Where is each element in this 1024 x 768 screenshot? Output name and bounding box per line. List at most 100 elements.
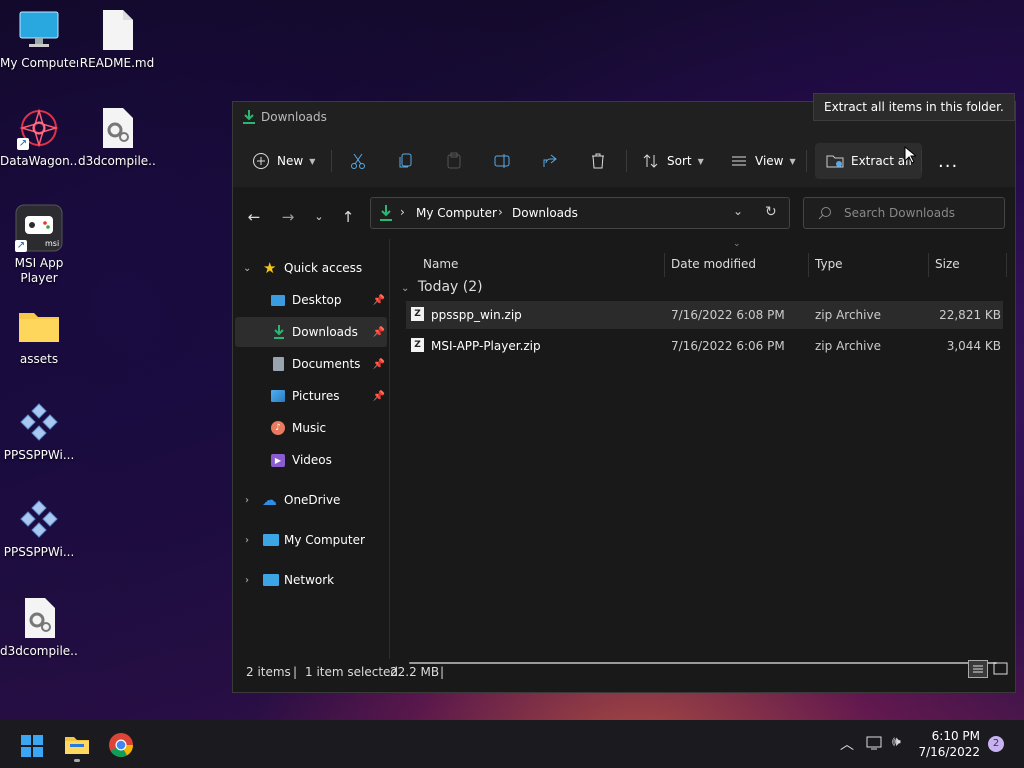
file-type: zip Archive — [815, 308, 881, 322]
forward-button[interactable]: → — [278, 207, 298, 227]
desktop-icon-d3dcompile-2[interactable]: d3dcompile... — [0, 596, 78, 659]
selected-count: 1 item selected — [305, 665, 399, 679]
sort-label: Sort — [667, 154, 692, 168]
desktop-icon-my-computer[interactable]: My Computer — [0, 8, 78, 71]
sidebar-item-music[interactable]: ♪ Music — [235, 413, 387, 443]
desktop-icon-readme[interactable]: README.md — [78, 8, 156, 71]
shortcut-arrow-icon: ↗ — [17, 138, 29, 150]
download-icon — [242, 109, 256, 128]
column-divider[interactable] — [928, 253, 929, 277]
sidebar-item-documents[interactable]: Documents 📌 — [235, 349, 387, 379]
trash-icon — [588, 151, 608, 171]
monitor-icon — [263, 534, 279, 546]
share-button[interactable] — [540, 146, 560, 176]
extract-folder-icon — [825, 151, 845, 171]
horizontal-scrollbar[interactable] — [409, 662, 997, 664]
start-button[interactable] — [20, 734, 44, 758]
up-button[interactable]: ↑ — [338, 207, 358, 227]
search-input[interactable]: Search Downloads — [803, 197, 1005, 229]
delete-button[interactable] — [588, 146, 608, 176]
star-icon: ★ — [263, 259, 277, 277]
desktop-icon — [271, 294, 285, 306]
active-indicator — [74, 759, 80, 762]
table-row[interactable]: Z MSI-APP-Player.zip 7/16/2022 6:06 PM z… — [406, 332, 1003, 360]
chevron-right-icon: › — [245, 574, 249, 586]
back-button[interactable]: ← — [244, 207, 264, 227]
copy-icon — [396, 151, 416, 171]
clock-time: 6:10 PM — [931, 729, 980, 743]
desktop-icon-d3dcompile-1[interactable]: d3dcompile... — [78, 106, 156, 169]
column-divider[interactable] — [664, 253, 665, 277]
view-button[interactable]: View ▼ — [729, 146, 796, 176]
file-list: Name Date modified ⌄ Type Size ⌄ Today (… — [391, 239, 1015, 664]
sidebar-item-downloads[interactable]: Downloads 📌 — [235, 317, 387, 347]
sort-button[interactable]: Sort ▼ — [641, 146, 704, 176]
sidebar-item-network[interactable]: › Network — [235, 565, 387, 595]
desktop-icon-assets[interactable]: assets — [0, 304, 78, 367]
sidebar-item-pictures[interactable]: Pictures 📌 — [235, 381, 387, 411]
desktop-icon-msi-app-player[interactable]: msi ↗ MSI App Player — [0, 204, 78, 286]
file-date: 7/16/2022 6:08 PM — [671, 308, 785, 322]
rename-button[interactable] — [492, 146, 512, 176]
desktop-icon-ppsspp-2[interactable]: PPSSPPWi... — [0, 497, 78, 560]
more-options-button[interactable]: ... — [938, 146, 958, 176]
folder-icon — [17, 304, 61, 348]
new-button[interactable]: New ▼ — [251, 146, 315, 176]
taskbar-chrome[interactable] — [108, 732, 134, 758]
column-divider[interactable] — [808, 253, 809, 277]
clock[interactable]: 6:10 PM 7/16/2022 — [918, 728, 980, 760]
group-label: Today (2) — [417, 279, 483, 295]
status-bar: 2 items | 1 item selected 22.2 MB | — [233, 660, 1015, 692]
column-header-date-modified[interactable]: Date modified — [671, 249, 756, 279]
copy-button[interactable] — [396, 146, 416, 176]
pane-divider[interactable] — [389, 239, 390, 659]
address-dropdown-icon[interactable]: ⌄ — [733, 204, 743, 218]
column-header-type[interactable]: Type — [815, 249, 843, 279]
monitor-icon — [17, 8, 61, 52]
taskbar-file-explorer[interactable] — [62, 730, 92, 762]
chrome-icon — [109, 733, 133, 758]
desktop-icon-datawagon[interactable]: ↗ DataWagon... — [0, 106, 78, 169]
sidebar-item-label: Videos — [292, 453, 332, 467]
column-header-name[interactable]: Name — [423, 249, 458, 279]
sidebar-item-quick-access[interactable]: ⌄ ★ Quick access — [235, 253, 387, 283]
details-view-icon[interactable] — [968, 660, 988, 678]
desktop-icon-ppsspp-1[interactable]: PPSSPPWi... — [0, 400, 78, 463]
navigation-pane: ⌄ ★ Quick access Desktop 📌 Downloads 📌 D… — [233, 239, 389, 654]
breadcrumb-my-computer[interactable]: My Computer — [416, 206, 497, 220]
more-icon: ... — [938, 150, 959, 172]
cut-button[interactable] — [348, 146, 368, 176]
file-size: 3,044 KB — [946, 339, 1001, 353]
table-row[interactable]: Z ppsspp_win.zip 7/16/2022 6:08 PM zip A… — [406, 301, 1003, 329]
file-date: 7/16/2022 6:06 PM — [671, 339, 785, 353]
sidebar-item-label: Quick access — [284, 261, 363, 275]
sidebar-item-videos[interactable]: ▶ Videos — [235, 445, 387, 475]
view-label: View — [755, 154, 784, 168]
column-header-size[interactable]: Size — [935, 249, 960, 279]
sidebar-item-label: Desktop — [292, 293, 342, 307]
volume-icon[interactable]: 🕪 — [892, 734, 901, 750]
group-header-today[interactable]: ⌄ Today (2) — [401, 279, 483, 295]
desktop-icon-label: MSI App Player — [14, 256, 64, 285]
sidebar-item-my-computer[interactable]: › My Computer — [235, 525, 387, 555]
network-status-icon[interactable] — [866, 735, 884, 754]
download-icon — [273, 324, 285, 343]
address-bar[interactable]: › My Computer › Downloads ⌄ ↻ — [370, 197, 790, 229]
file-name: MSI-APP-Player.zip — [431, 339, 541, 353]
sidebar-item-desktop[interactable]: Desktop 📌 — [235, 285, 387, 315]
toolbar-divider — [806, 150, 807, 172]
desktop-icon-label: PPSSPPWi... — [3, 545, 75, 559]
sidebar-item-onedrive[interactable]: › ☁ OneDrive — [235, 485, 387, 515]
breadcrumb-downloads[interactable]: Downloads — [512, 206, 578, 220]
show-hidden-icons-icon[interactable]: ︿ — [840, 734, 854, 754]
column-divider[interactable] — [1006, 253, 1007, 277]
download-icon — [379, 204, 393, 225]
recent-locations-button[interactable]: ⌄ — [309, 207, 329, 227]
notification-badge[interactable]: 2 — [988, 736, 1004, 752]
status-divider: | — [293, 665, 298, 679]
app-icon: ↗ — [17, 106, 61, 150]
refresh-icon[interactable]: ↻ — [765, 204, 777, 220]
tiles-view-icon[interactable] — [992, 660, 1010, 678]
paste-button[interactable] — [444, 146, 464, 176]
status-divider: | — [440, 665, 445, 679]
